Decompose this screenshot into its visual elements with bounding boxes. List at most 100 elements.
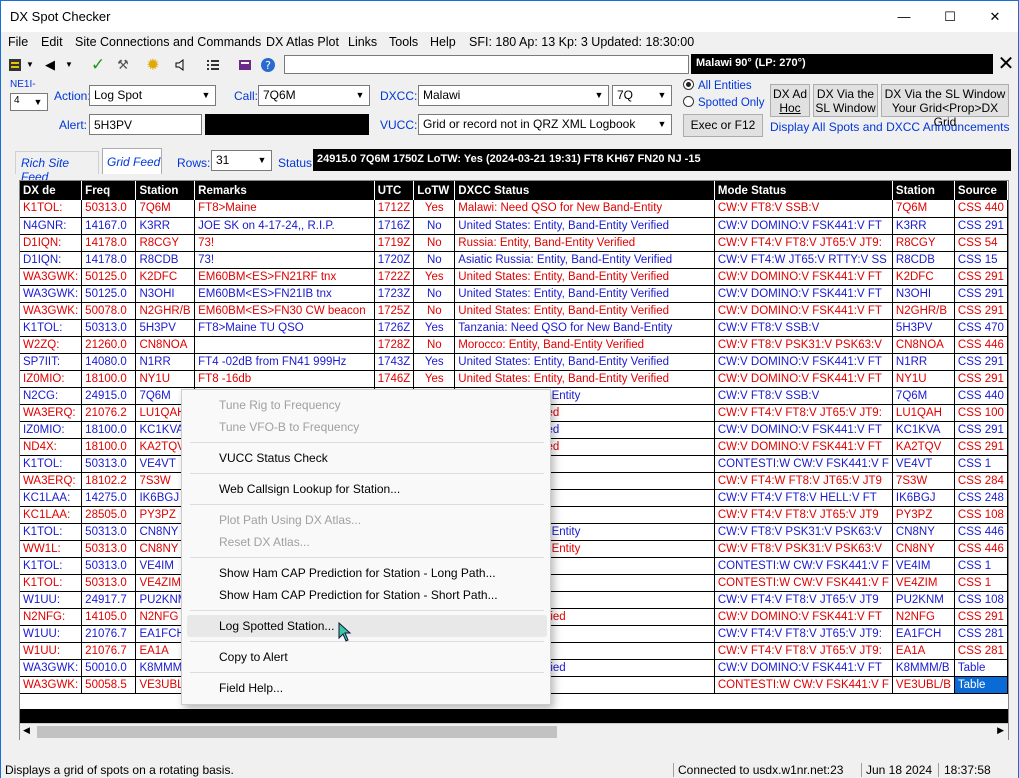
cell-source[interactable]: CSS 291 [954,421,1008,439]
cell-dx-de[interactable]: W2ZQ: [20,336,83,354]
cell-station[interactable]: 5H3PV [135,319,196,337]
cell-freq[interactable]: 24915.0 [81,387,137,405]
cell-station[interactable]: K3RR [135,217,196,235]
col-mode-status[interactable]: Mode Status [714,181,893,200]
cell-mode-status[interactable]: CW:V DOMINO:V FSK441:V FT [714,608,893,626]
cell-lotw[interactable]: No [413,302,456,320]
cell-mode-status[interactable]: CW:V DOMINO:V FSK441:V FT [714,421,893,439]
display-all-link[interactable]: Display All Spots and DXCC Announcements [770,120,1009,134]
cell-source[interactable]: CSS 108 [954,506,1008,524]
menu-links[interactable]: Links [348,35,377,49]
cell-station-2[interactable]: 7Q6M [892,387,955,405]
cell-remarks[interactable]: FT8>Maine [194,200,375,218]
cell-dxcc-status[interactable]: United States: Entity, Band-Entity Verif… [454,285,715,303]
cell-dxcc-status[interactable]: United States: Entity, Band-Entity Verif… [454,268,715,286]
app-icon[interactable] [5,54,25,75]
cell-mode-status[interactable]: CW:V FT4:V FT8:V JT65:V JT9 [714,591,893,609]
cell-remarks[interactable]: EM60BM<ES>FN21RF tnx [194,268,375,286]
table-row[interactable]: WA3GWK: 50125.0 K2DFC EM60BM<ES>FN21RF tnx 1… [20,268,1008,286]
cell-station-2[interactable]: CN8NY [892,540,955,558]
url-input[interactable] [284,55,689,74]
cell-freq[interactable]: 14080.0 [81,353,137,371]
cell-freq[interactable]: 21076.7 [81,642,137,660]
table-row[interactable]: W2ZQ: 21260.0 CN8NOA 1728Z No Morocco: Entity… [20,336,1008,354]
cell-dx-de[interactable]: N4GNR: [20,217,83,235]
cell-source[interactable]: CSS 291 [954,438,1008,456]
cell-dxcc-status[interactable]: United States: Entity, Band-Entity Verif… [454,302,715,320]
action-dropdown[interactable]: Log Spot ▼ [89,85,216,106]
cell-station[interactable]: 7Q6M [135,200,196,218]
cell-station-2[interactable]: 5H3PV [892,319,955,337]
col-freq[interactable]: Freq [81,181,137,200]
cell-station-2[interactable]: K3RR [892,217,955,235]
cell-station-2[interactable]: PU2KNM [892,591,955,609]
cell-utc[interactable]: 1725Z [374,302,415,320]
cell-freq[interactable]: 50313.0 [81,319,137,337]
cell-station[interactable]: K2DFC [135,268,196,286]
cell-mode-status[interactable]: CW:V FT8:V PSK31:V PSK63:V [714,523,893,541]
cell-dx-de[interactable]: ND4X: [20,438,83,456]
menu-tune-vfob[interactable]: Tune VFO-B to Frequency [219,420,359,434]
cell-dx-de[interactable]: K1TOL: [20,319,83,337]
cell-utc[interactable]: 1726Z [374,319,415,337]
maximize-button[interactable]: ☐ [927,1,973,32]
cell-dx-de[interactable]: W1UU: [20,625,83,643]
cell-dx-de[interactable]: N2NFG: [20,608,83,626]
cell-mode-status[interactable]: CONTESTI:W CW:V FSK441:V F [714,676,893,694]
ne-dropdown[interactable]: 4 ▼ [10,93,48,111]
cell-station-2[interactable]: VE4IM [892,557,955,575]
cell-remarks[interactable]: EM60BM<ES>FN21IB tnx [194,285,375,303]
scrollbar-thumb[interactable] [37,726,557,738]
prefix-dropdown[interactable]: 7Q ▼ [612,85,672,106]
cell-utc[interactable]: 1722Z [374,268,415,286]
cell-lotw[interactable]: No [413,285,456,303]
cell-dxcc-status[interactable]: Tanzania: Need QSO for New Band-Entity [454,319,715,337]
menu-copy-alert[interactable]: Copy to Alert [219,650,288,664]
cell-utc[interactable]: 1728Z [374,336,415,354]
menu-hamcap-long[interactable]: Show Ham CAP Prediction for Station - Lo… [219,566,496,580]
cell-source[interactable]: CSS 440 [954,200,1008,218]
cell-remarks[interactable]: 73! [194,251,375,269]
table-row[interactable]: D1IQN: 14178.0 R8CDB 73! 1720Z No Asiatic Russ… [20,251,1008,269]
cell-lotw[interactable]: No [413,336,456,354]
cell-mode-status[interactable]: CW:V FT4:V FT8:V JT65:V JT9: [714,625,893,643]
cell-station[interactable]: N1RR [135,353,196,371]
menu-help[interactable]: Help [430,35,456,49]
cell-lotw[interactable]: No [413,251,456,269]
cell-source[interactable]: CSS 248 [954,489,1008,507]
cell-utc[interactable]: 1746Z [374,370,415,388]
cell-remarks[interactable] [194,336,375,354]
menu-field-help[interactable]: Field Help... [219,681,283,695]
cell-mode-status[interactable]: CW:V DOMINO:V FSK441:V FT [714,285,893,303]
cell-station[interactable]: NY1U [135,370,196,388]
cell-mode-status[interactable]: CW:V FT8:V SSB:V [714,200,893,218]
menu-tune-rig[interactable]: Tune Rig to Frequency [219,398,341,412]
dxcc-dropdown[interactable]: Malawi ▼ [418,85,609,106]
menu-site-connections[interactable]: Site Connections and Commands [75,35,261,49]
minimize-button[interactable]: — [881,1,927,32]
cell-station-2[interactable]: KC1KVA [892,421,955,439]
cell-remarks[interactable]: 73! [194,234,375,252]
cell-station-2[interactable]: R8CDB [892,251,955,269]
cell-freq[interactable]: 24917.7 [81,591,137,609]
cell-remarks[interactable]: FT8>Maine TU QSO [194,319,375,337]
cell-station[interactable]: CN8NOA [135,336,196,354]
cell-freq[interactable]: 50125.0 [81,285,137,303]
cell-lotw[interactable]: Yes [413,353,456,371]
cell-freq[interactable]: 21260.0 [81,336,137,354]
cell-source[interactable]: CSS 108 [954,591,1008,609]
cell-mode-status[interactable]: CW:V FT4:W JT65:V RTTY:V SS [714,251,893,269]
table-row[interactable]: SP7IIT: 14080.0 N1RR FT4 -02dB from FN41 99… [20,353,1008,371]
cell-freq[interactable]: 14178.0 [81,251,137,269]
close-x-icon[interactable]: ✕ [995,53,1017,75]
horizontal-scrollbar[interactable]: ◀ ▶ [20,723,1008,740]
back-arrow-icon[interactable]: ◀ [43,54,57,75]
cell-freq[interactable]: 50313.0 [81,523,137,541]
cell-lotw[interactable]: Yes [413,370,456,388]
cell-station-2[interactable]: 7S3W [892,472,955,490]
cell-source[interactable]: CSS 54 [954,234,1008,252]
history-dropdown-icon[interactable]: ▼ [63,54,75,75]
tab-rich-site-feed[interactable]: Rich Site Feed [15,151,99,184]
cell-freq[interactable]: 18100.0 [81,421,137,439]
cell-source[interactable]: CSS 291 [954,353,1008,371]
